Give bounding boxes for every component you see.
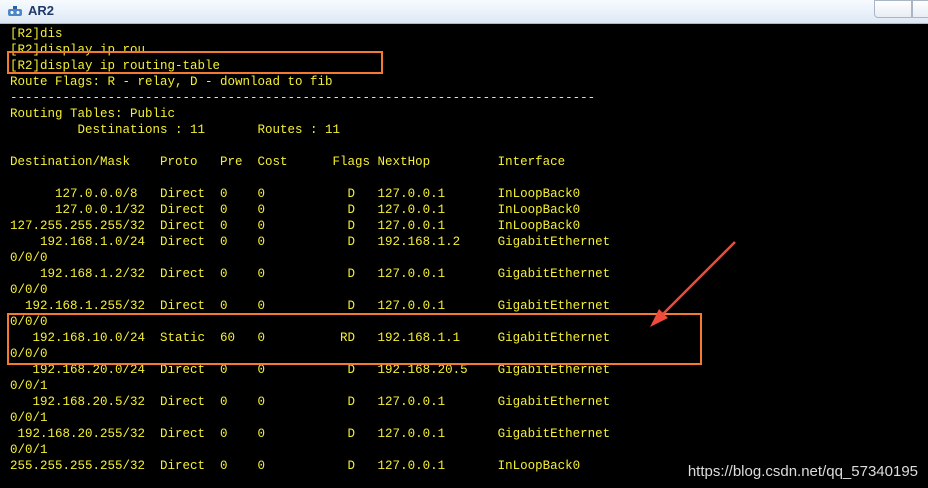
route-row-continuation: 0/0/0 <box>10 251 48 265</box>
static-route-highlight-box <box>7 313 702 365</box>
terminal-output[interactable]: [R2]dis [R2]display ip rou [R2]display i… <box>0 24 928 488</box>
terminal-line: Route Flags: R - relay, D - download to … <box>10 75 333 89</box>
route-row: 127.0.0.0/8 Direct 0 0 D 127.0.0.1 InLoo… <box>10 187 581 201</box>
route-row: 192.168.1.2/32 Direct 0 0 D 127.0.0.1 Gi… <box>10 267 611 281</box>
route-row: 192.168.20.5/32 Direct 0 0 D 127.0.0.1 G… <box>10 395 611 409</box>
command-highlight-box <box>7 51 383 74</box>
terminal-line: [R2]dis <box>10 27 63 41</box>
watermark: https://blog.csdn.net/qq_57340195 <box>687 463 918 480</box>
minimize-button[interactable] <box>874 0 912 18</box>
route-row: 255.255.255.255/32 Direct 0 0 D 127.0.0.… <box>10 459 581 473</box>
maximize-button[interactable] <box>912 0 928 18</box>
terminal-line: Destinations : 11 Routes : 11 <box>10 123 341 137</box>
terminal-line: Routing Tables: Public <box>10 107 176 121</box>
route-row-continuation: 0/0/0 <box>10 283 48 297</box>
route-row: 127.255.255.255/32 Direct 0 0 D 127.0.0.… <box>10 219 581 233</box>
route-row: 192.168.20.255/32 Direct 0 0 D 127.0.0.1… <box>10 427 611 441</box>
route-row-continuation: 0/0/1 <box>10 443 48 457</box>
route-row-continuation: 0/0/1 <box>10 411 48 425</box>
route-row-continuation: 0/0/1 <box>10 379 48 393</box>
route-row: 127.0.0.1/32 Direct 0 0 D 127.0.0.1 InLo… <box>10 203 581 217</box>
table-header: Destination/Mask Proto Pre Cost Flags Ne… <box>10 155 566 169</box>
window-title: AR2 <box>28 3 55 18</box>
route-row: 192.168.1.255/32 Direct 0 0 D 127.0.0.1 … <box>10 299 611 313</box>
terminal-separator-line: ----------------------------------------… <box>10 91 596 105</box>
window-titlebar: AR2 <box>0 0 928 24</box>
route-row: 192.168.1.0/24 Direct 0 0 D 192.168.1.2 … <box>10 235 611 249</box>
router-icon <box>8 6 22 16</box>
